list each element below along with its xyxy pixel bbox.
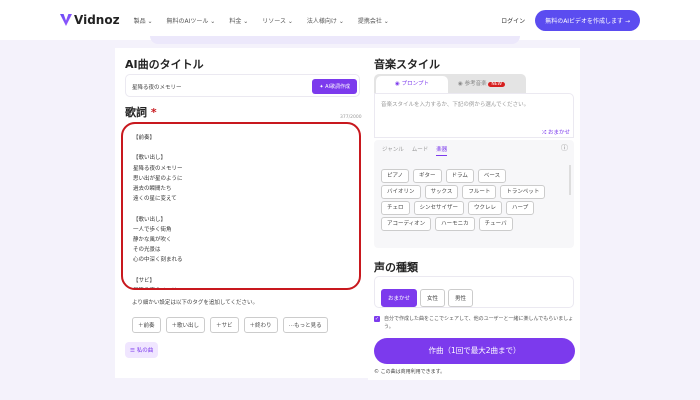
my-songs-button[interactable]: ☰ 私の曲 [125, 342, 159, 358]
title-input[interactable]: 星降る夜のメモリー ✦ AI歌詞作成 [125, 74, 360, 97]
share-text: 自分で作成した曲をここでシェアして、他のユーザーと一緒に楽しんでもらいましょう。 [384, 316, 574, 330]
tab-reference-music[interactable]: ◉ 参考音楽 NEW [458, 76, 505, 93]
create-video-button[interactable]: 無料のAIビデオを作成します → [535, 9, 640, 31]
style-input[interactable]: 音楽スタイルを入力するか、下記の例から選んでください。 ⤮ おまかせ [374, 93, 574, 138]
title-value: 星降る夜のメモリー [132, 85, 182, 91]
voice-female[interactable]: 女性 [420, 289, 446, 307]
share-checkbox[interactable]: ✓ [374, 316, 380, 322]
tag-verse[interactable]: ＋歌い出し [165, 317, 206, 333]
nav-pricing[interactable]: 料金 ⌄ [229, 16, 248, 25]
subtabs: ジャンル ムード 楽器 [382, 145, 448, 156]
info-icon[interactable]: ⓘ [561, 143, 568, 153]
chip[interactable]: アコーディオン [381, 217, 432, 231]
nav-partners[interactable]: 提携会社 ⌄ [358, 16, 389, 25]
subtab-genre[interactable]: ジャンル [382, 147, 404, 153]
required-mark: * [150, 106, 157, 119]
logo-text: Vidnoz [74, 13, 120, 27]
nav-products[interactable]: 製品 ⌄ [134, 16, 153, 25]
ai-lyrics-button[interactable]: ✦ AI歌詞作成 [312, 79, 357, 94]
style-suggestions: ジャンル ムード 楽器 ⓘ ピアノ ギター ドラム ベース バイオリン サックス フルート トラ… [374, 140, 574, 248]
tag-row: ＋前奏 ＋歌い出し ＋サビ ＋終わり ⋯もっと見る [132, 312, 333, 333]
style-placeholder: 音楽スタイルを入力するか、下記の例から選んでください。 [381, 102, 530, 108]
nav-resources[interactable]: リソース ⌄ [262, 16, 293, 25]
tag-more[interactable]: ⋯もっと見る [282, 317, 328, 333]
commercial-note: © この曲は商用利用できます。 [374, 369, 446, 375]
tag-outro[interactable]: ＋終わり [243, 317, 278, 333]
chip-row: バイオリン サックス フルート トランペット [381, 178, 567, 199]
tab-prompt[interactable]: ◉ プロンプト [376, 76, 448, 93]
playlist-icon: ☰ [130, 348, 135, 354]
chip[interactable]: チューバ [478, 217, 513, 231]
title-heading: AI曲のタイトル [125, 58, 204, 71]
new-badge: NEW [488, 82, 505, 87]
chip[interactable]: ハーモニカ [435, 217, 475, 231]
login-link[interactable]: ログイン [501, 16, 525, 25]
scrollbar[interactable] [569, 165, 571, 195]
compose-button[interactable]: 作曲（1回で最大2曲まで） [374, 338, 575, 364]
chip-grid: ピアノ ギター ドラム ベース バイオリン サックス フルート トランペット チェロ シンセサ… [381, 162, 567, 231]
chip-row: ピアノ ギター ドラム ベース [381, 162, 567, 183]
random-button[interactable]: ⤮ おまかせ [542, 128, 570, 137]
nav-business[interactable]: 法人様向け ⌄ [307, 16, 344, 25]
subtab-instrument[interactable]: 楽器 [436, 147, 448, 156]
voice-auto[interactable]: おまかせ [381, 289, 418, 307]
chip-row: アコーディオン ハーモニカ チューバ [381, 210, 567, 231]
voice-options: おまかせ 女性 男性 [374, 276, 574, 308]
tag-intro[interactable]: ＋前奏 [132, 317, 161, 333]
style-heading: 音楽スタイル [374, 58, 440, 71]
lyrics-heading: 歌詞 * [125, 106, 157, 119]
nav-free-tools[interactable]: 無料のAIツール ⌄ [167, 16, 216, 25]
subtab-mood[interactable]: ムード [412, 147, 429, 153]
tag-chorus[interactable]: ＋サビ [210, 317, 239, 333]
style-tabs: ◉ プロンプト ◉ 参考音楽 NEW [374, 74, 526, 93]
logo[interactable]: Vidnoz [60, 13, 120, 27]
voice-heading: 声の種類 [374, 261, 418, 274]
copyright-icon: © [374, 369, 379, 375]
char-counter: 377/2000 [340, 115, 362, 120]
lyrics-textarea[interactable]: 【前奏】 【歌い出し】 星降る夜のメモリー 思い出が星のように 過去の瞬間たち … [121, 122, 361, 290]
dropdown-shadow [150, 36, 520, 44]
logo-icon [60, 14, 72, 26]
top-nav: Vidnoz 製品 ⌄ 無料のAIツール ⌄ 料金 ⌄ リソース ⌄ 法人様向け… [0, 0, 700, 40]
voice-male[interactable]: 男性 [448, 289, 474, 307]
tag-hint: より細かい設定は以下のタグを追加してください。 [132, 300, 259, 306]
